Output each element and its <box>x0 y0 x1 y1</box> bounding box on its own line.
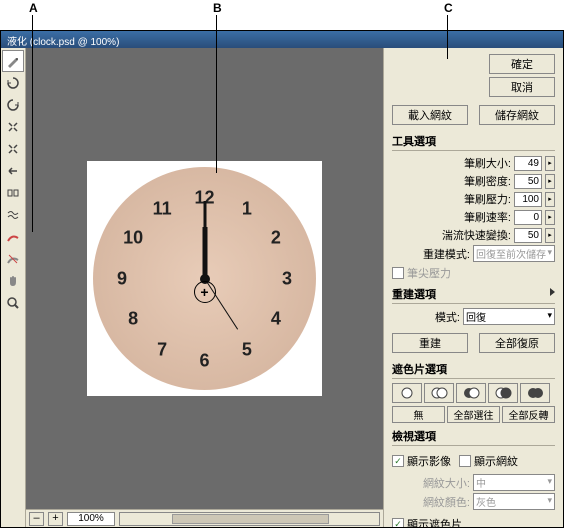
callout-c: C <box>444 1 453 15</box>
brush-size-spinner[interactable]: ▸ <box>545 156 555 171</box>
mesh-color-select: 灰色 <box>473 493 555 510</box>
mask-add-icon[interactable] <box>424 383 454 403</box>
mask-replace-icon[interactable] <box>392 383 422 403</box>
zoom-out-button[interactable]: – <box>29 512 44 526</box>
callout-a: A <box>29 1 38 15</box>
freeze-tool[interactable] <box>2 226 24 248</box>
expand-icon[interactable] <box>550 288 555 296</box>
mask-subtract-icon[interactable] <box>456 383 486 403</box>
push-left-tool[interactable] <box>2 160 24 182</box>
preview-image: 12 1 2 3 4 5 6 7 8 9 10 11 <box>87 161 322 396</box>
mesh-size-select: 中 <box>473 474 555 491</box>
show-mesh-check[interactable] <box>459 455 471 467</box>
ok-button[interactable]: 確定 <box>489 54 555 74</box>
tool-toolbar <box>1 48 26 527</box>
hand-tool[interactable] <box>2 270 24 292</box>
save-mesh-button[interactable]: 儲存網紋 <box>479 105 555 125</box>
pucker-tool[interactable] <box>2 116 24 138</box>
clock-face: 12 1 2 3 4 5 6 7 8 9 10 11 <box>93 167 316 390</box>
bloat-tool[interactable] <box>2 138 24 160</box>
mirror-tool[interactable] <box>2 182 24 204</box>
mask-none-button[interactable]: 無 <box>392 406 445 423</box>
show-image-check[interactable]: ✓ <box>392 455 404 467</box>
turbulence-tool[interactable] <box>2 204 24 226</box>
brush-cursor: + <box>194 281 216 303</box>
twirl-ccw-tool[interactable] <box>2 94 24 116</box>
callout-c-line <box>447 15 448 59</box>
mask-all-button[interactable]: 全部選往 <box>447 406 500 423</box>
mask-invert-button[interactable]: 全部反轉 <box>502 406 555 423</box>
callout-a-line <box>32 15 33 232</box>
mask-invert-icon[interactable] <box>520 383 550 403</box>
tool-options-group: 工具選項 <box>392 133 555 151</box>
rebuild-select[interactable]: 回復 <box>463 308 555 325</box>
turbulence-input[interactable] <box>514 228 542 243</box>
warp-tool[interactable] <box>2 50 24 72</box>
canvas-view[interactable]: 12 1 2 3 4 5 6 7 8 9 10 11 <box>26 48 383 509</box>
callout-b-line <box>216 15 217 173</box>
callout-b: B <box>213 1 222 15</box>
view-options-group: 檢視選項 <box>392 428 555 446</box>
brush-density-spinner[interactable]: ▸ <box>545 174 555 189</box>
stylus-check <box>392 267 404 279</box>
brush-pressure-input[interactable] <box>514 192 542 207</box>
twirl-cw-tool[interactable] <box>2 72 24 94</box>
turbulence-spinner[interactable]: ▸ <box>545 228 555 243</box>
brush-rate-spinner[interactable]: ▸ <box>545 210 555 225</box>
liquify-dialog: 液化 (clock.psd @ 100%) 12 1 2 <box>0 30 564 528</box>
zoom-in-button[interactable]: + <box>48 512 63 526</box>
show-mask-check[interactable]: ✓ <box>392 518 404 527</box>
restore-all-button[interactable]: 全部復原 <box>479 333 555 353</box>
thaw-tool[interactable] <box>2 248 24 270</box>
load-mesh-button[interactable]: 載入網紋 <box>392 105 468 125</box>
options-panel: 確定 取消 載入網紋 儲存網紋 工具選項 筆刷大小:▸ 筆刷密度:▸ 筆刷壓力:… <box>383 48 563 527</box>
mask-options-group: 遮色片選項 <box>392 361 555 379</box>
canvas-area: 12 1 2 3 4 5 6 7 8 9 10 11 <box>26 48 383 527</box>
zoom-value[interactable]: 100% <box>67 512 115 526</box>
title-bar: 液化 (clock.psd @ 100%) <box>1 31 563 48</box>
cancel-button[interactable]: 取消 <box>489 77 555 97</box>
horizontal-scrollbar[interactable] <box>119 512 380 526</box>
zoom-bar: – + 100% <box>26 509 383 527</box>
brush-size-input[interactable] <box>514 156 542 171</box>
brush-rate-input[interactable] <box>514 210 542 225</box>
zoom-tool[interactable] <box>2 292 24 314</box>
rebuild-options-group: 重建選項 <box>392 286 555 304</box>
rebuild-button[interactable]: 重建 <box>392 333 468 353</box>
mask-intersect-icon[interactable] <box>488 383 518 403</box>
brush-density-input[interactable] <box>514 174 542 189</box>
minute-hand <box>203 201 206 279</box>
rebuild-mode-select: 回復至前次儲存 <box>473 245 555 262</box>
brush-pressure-spinner[interactable]: ▸ <box>545 192 555 207</box>
